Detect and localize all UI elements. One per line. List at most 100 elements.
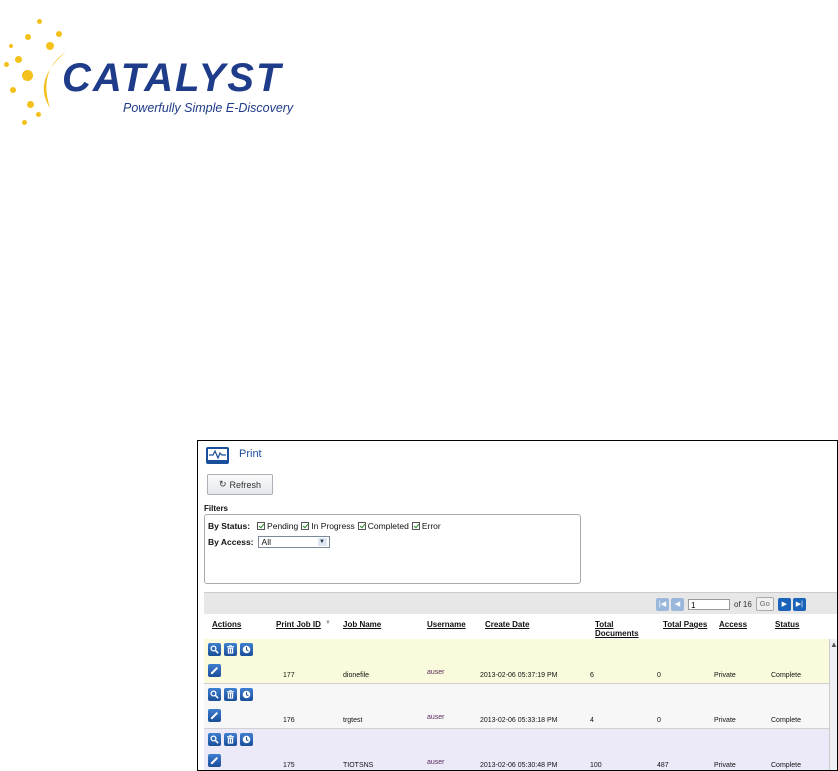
checkbox-pending[interactable] <box>257 522 266 530</box>
cell-job-name: TIOTSNS <box>343 762 374 769</box>
col-access[interactable]: Access <box>719 620 747 629</box>
delete-icon[interactable] <box>224 688 237 701</box>
cell-total-pages: 487 <box>657 762 669 769</box>
access-select[interactable]: All ▼ <box>257 536 330 548</box>
cell-job-id: 177 <box>283 672 295 679</box>
cell-job-id: 176 <box>283 717 295 724</box>
table-row[interactable]: 176 trgtest auser 2013-02-06 05:33:18 PM 4 0 P… <box>204 684 829 729</box>
cell-create-date: 2013-02-06 05:30:48 PM <box>480 762 558 769</box>
monitor-icon <box>206 447 229 464</box>
logo-title: CATALYST <box>62 56 283 100</box>
chevron-down-icon: ▼ <box>317 538 327 546</box>
print-panel: Print ↻ Refresh Filters By Status: Pendi… <box>197 440 838 771</box>
delete-icon[interactable] <box>224 643 237 656</box>
logo-sun-dot <box>15 56 22 63</box>
table-header: Actions Print Job ID ▼ Job Name Username… <box>204 614 837 640</box>
next-page-icon[interactable]: ▶ <box>777 597 791 611</box>
cell-total-documents: 6 <box>590 672 594 679</box>
logo-sun-dot <box>37 19 42 24</box>
cell-total-pages: 0 <box>657 717 661 724</box>
history-icon[interactable] <box>240 688 253 701</box>
logo-sun-dot <box>25 34 31 40</box>
sort-desc-icon: ▼ <box>325 620 331 626</box>
cell-status: Complete <box>771 672 801 679</box>
logo-sun-dot <box>10 87 16 93</box>
logo-tagline: Powerfully Simple E-Discovery <box>123 101 294 115</box>
col-create-date[interactable]: Create Date <box>485 620 529 629</box>
page-number-input[interactable]: 1 <box>688 598 730 610</box>
cell-username: auser <box>427 669 445 676</box>
cell-total-documents: 100 <box>590 762 602 769</box>
logo-sun-dot <box>22 120 27 125</box>
col-total-documents[interactable]: Total Documents <box>595 620 645 638</box>
checkbox-error[interactable] <box>411 522 420 530</box>
checkbox-completed-label: Completed <box>367 521 409 531</box>
view-icon[interactable] <box>208 643 221 656</box>
edit-icon[interactable] <box>208 754 221 767</box>
filters-box: By Status: Pending In Progress Completed… <box>204 514 581 584</box>
cell-job-name: dionefile <box>343 672 370 679</box>
access-select-value: All <box>261 537 271 547</box>
table-row[interactable]: 175 TIOTSNS auser 2013-02-06 05:30:48 PM 100… <box>204 729 829 770</box>
history-icon[interactable] <box>240 643 253 656</box>
cell-status: Complete <box>771 762 801 769</box>
status-filter-row: By Status: Pending In Progress Completed… <box>208 521 441 531</box>
pager: |◀ ◀ 1 of 16 Go ▶ ▶| <box>656 596 837 612</box>
refresh-icon: ↻ <box>218 479 227 489</box>
view-icon[interactable] <box>208 733 221 746</box>
logo-sun-dot <box>9 44 13 48</box>
checkbox-completed[interactable] <box>357 522 366 530</box>
cell-username: auser <box>427 759 445 766</box>
row-actions <box>208 733 253 746</box>
col-total-pages[interactable]: Total Pages <box>663 620 707 629</box>
row-actions <box>208 643 253 656</box>
access-filter-label: By Access: <box>208 537 254 547</box>
refresh-button[interactable]: ↻ Refresh <box>207 474 273 495</box>
view-icon[interactable] <box>208 688 221 701</box>
refresh-label: Refresh <box>229 479 262 490</box>
row-actions <box>208 688 253 701</box>
col-job-name[interactable]: Job Name <box>343 620 381 629</box>
cell-total-documents: 4 <box>590 717 594 724</box>
cell-total-pages: 0 <box>657 672 661 679</box>
first-page-icon[interactable]: |◀ <box>656 597 669 611</box>
cell-job-name: trgtest <box>343 717 363 724</box>
last-page-icon[interactable]: ▶| <box>792 597 806 611</box>
delete-icon[interactable] <box>224 733 237 746</box>
prev-page-icon[interactable]: ◀ <box>671 597 684 611</box>
page-title: Print <box>239 448 262 460</box>
cell-create-date: 2013-02-06 05:37:19 PM <box>480 672 558 679</box>
checkbox-in-progress-label: In Progress <box>311 521 355 531</box>
cell-create-date: 2013-02-06 05:33:18 PM <box>480 717 558 724</box>
go-button[interactable]: Go <box>755 597 774 611</box>
logo-sun-dot <box>56 31 62 37</box>
col-actions[interactable]: Actions <box>212 620 241 629</box>
cell-job-id: 175 <box>283 762 295 769</box>
col-username[interactable]: Username <box>427 620 466 629</box>
edit-icon[interactable] <box>208 664 221 677</box>
cell-status: Complete <box>771 717 801 724</box>
history-icon[interactable] <box>240 733 253 746</box>
col-status[interactable]: Status <box>775 620 799 629</box>
checkbox-in-progress[interactable] <box>301 522 310 530</box>
cell-access: Private <box>714 762 736 769</box>
filters-label: Filters <box>204 504 229 513</box>
col-print-job-id[interactable]: Print Job ID <box>276 620 321 629</box>
edit-icon[interactable] <box>208 709 221 722</box>
status-filter-label: By Status: <box>208 521 251 531</box>
checkbox-error-label: Error <box>421 521 441 531</box>
page-count: of 16 <box>734 599 752 609</box>
table-row[interactable]: 177 dionefile auser 2013-02-06 05:37:19 PM 6… <box>204 639 829 684</box>
checkbox-pending-label: Pending <box>267 521 299 531</box>
vertical-scrollbar[interactable]: ▲ <box>829 639 837 770</box>
cell-username: auser <box>427 714 445 721</box>
access-filter-row: By Access: All ▼ <box>208 536 330 548</box>
scroll-up-icon[interactable]: ▲ <box>830 641 837 649</box>
cell-access: Private <box>714 717 736 724</box>
cell-access: Private <box>714 672 736 679</box>
catalyst-logo: CATALYST Powerfully Simple E-Discovery <box>0 0 330 140</box>
logo-sun-dot <box>36 112 41 117</box>
logo-sun-dot <box>46 42 54 50</box>
pager-bar: |◀ ◀ 1 of 16 Go ▶ ▶| <box>204 592 837 615</box>
logo-sun-dot <box>4 62 9 67</box>
